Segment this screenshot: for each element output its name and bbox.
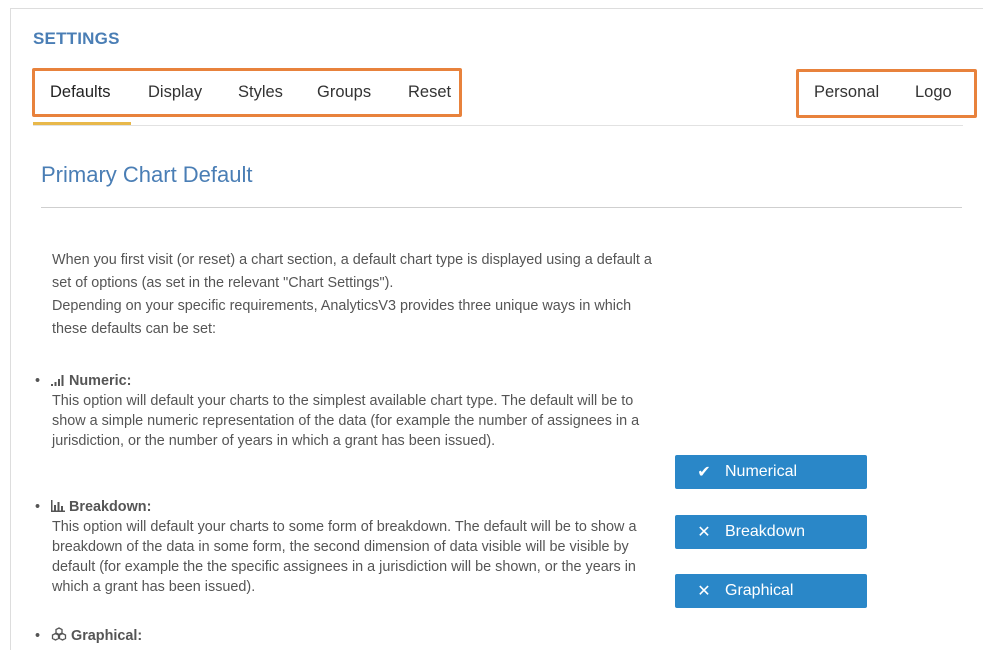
- intro-paragraph-2: Depending on your specific requirements,…: [52, 298, 632, 337]
- option-graphical-title: Graphical:: [71, 628, 143, 644]
- breakdown-button[interactable]: ✕ Breakdown: [675, 515, 867, 549]
- signal-bars-icon: [51, 372, 65, 392]
- bullet-dot: •: [35, 499, 41, 515]
- option-breakdown-title: Breakdown:: [69, 499, 152, 515]
- check-icon: ✔: [697, 464, 711, 481]
- graphical-button-label: Graphical: [725, 582, 794, 599]
- section-title: Primary Chart Default: [41, 162, 253, 187]
- numerical-button-label: Numerical: [725, 463, 798, 480]
- tab-styles[interactable]: Styles: [238, 83, 283, 102]
- intro-text: When you first visit (or reset) a chart …: [52, 249, 662, 341]
- panel-border-top: [10, 8, 983, 9]
- bullet-dot: •: [35, 373, 41, 389]
- settings-title: SETTINGS: [33, 29, 120, 48]
- option-breakdown-desc: This option will default your charts to …: [52, 519, 637, 595]
- close-icon: ✕: [697, 583, 711, 600]
- panel-border-left: [10, 8, 11, 650]
- graphical-button[interactable]: ✕ Graphical: [675, 574, 867, 608]
- tabs-divider: [33, 125, 963, 126]
- option-numeric-desc: This option will default your charts to …: [52, 393, 640, 449]
- intro-paragraph-1: When you first visit (or reset) a chart …: [52, 252, 652, 291]
- option-numeric-title: Numeric:: [69, 373, 132, 389]
- tab-reset[interactable]: Reset: [408, 83, 451, 102]
- numerical-button[interactable]: ✔ Numerical: [675, 455, 867, 489]
- cubes-icon: [51, 627, 67, 647]
- tab-logo[interactable]: Logo: [915, 83, 952, 102]
- section-divider: [41, 207, 962, 208]
- tab-display[interactable]: Display: [148, 83, 202, 102]
- bar-chart-icon: [51, 498, 65, 518]
- close-icon: ✕: [697, 524, 711, 541]
- tab-defaults[interactable]: Defaults: [50, 83, 111, 102]
- tab-personal[interactable]: Personal: [814, 83, 879, 102]
- tab-groups[interactable]: Groups: [317, 83, 371, 102]
- bullet-dot: •: [35, 628, 41, 644]
- breakdown-button-label: Breakdown: [725, 523, 806, 540]
